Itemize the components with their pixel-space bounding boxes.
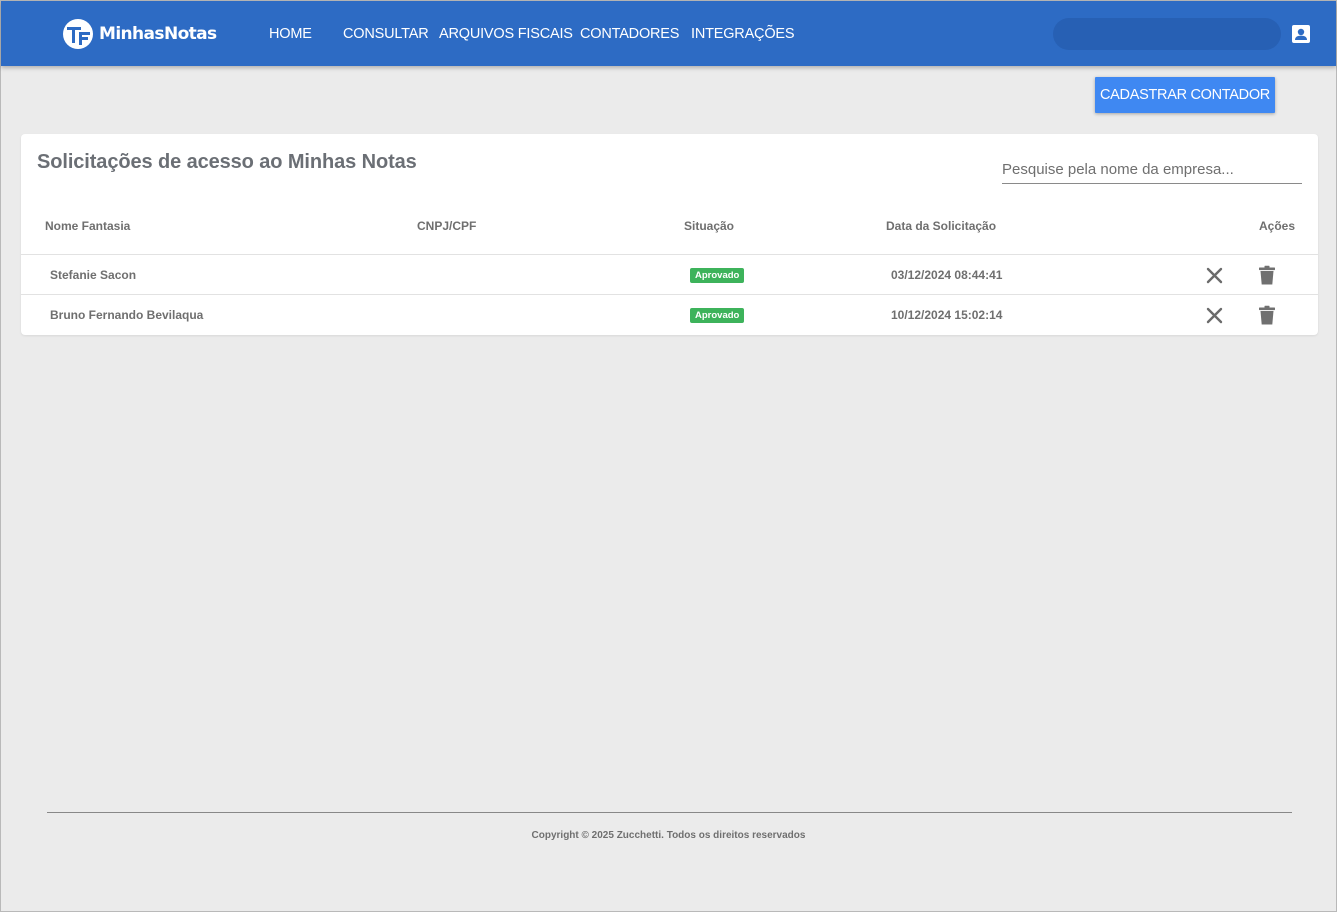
cell-data-solicitacao: 03/12/2024 08:44:41: [891, 268, 1003, 282]
column-header-data-solicitacao: Data da Solicitação: [886, 219, 997, 233]
brand-logo[interactable]: MinhasNotas: [63, 18, 217, 50]
nav-home[interactable]: HOME: [269, 26, 312, 42]
reject-icon[interactable]: [1206, 267, 1223, 284]
app-window: MinhasNotas HOME CONSULTAR ARQUIVOS FISC…: [0, 0, 1337, 912]
status-badge: Aprovado: [690, 268, 745, 283]
table-row: Stefanie Sacon Aprovado 03/12/2024 08:44…: [21, 254, 1318, 294]
cell-nome-fantasia: Bruno Fernando Bevilaqua: [50, 308, 204, 322]
reject-icon[interactable]: [1206, 307, 1223, 324]
register-accountant-button[interactable]: CADASTRAR CONTADOR: [1095, 77, 1275, 113]
access-requests-card: Solicitações de acesso ao Minhas Notas N…: [21, 134, 1318, 335]
footer-divider: [47, 812, 1292, 813]
account-box-icon[interactable]: [1291, 24, 1311, 44]
company-selector[interactable]: [1053, 18, 1281, 50]
column-header-cnpj-cpf: CNPJ/CPF: [417, 219, 477, 233]
brand-name: MinhasNotas: [99, 24, 217, 44]
nav-consultar[interactable]: CONSULTAR: [343, 26, 429, 42]
company-search-input[interactable]: [1002, 156, 1302, 184]
nav-integracoes[interactable]: INTEGRAÇÕES: [691, 26, 795, 42]
card-title: Solicitações de acesso ao Minhas Notas: [37, 151, 417, 173]
logo-icon: [63, 19, 93, 49]
nav-arquivos-fiscais[interactable]: ARQUIVOS FISCAIS: [439, 26, 573, 42]
cell-data-solicitacao: 10/12/2024 15:02:14: [891, 308, 1003, 322]
column-header-nome-fantasia: Nome Fantasia: [45, 219, 131, 233]
delete-icon[interactable]: [1258, 305, 1276, 325]
table-row: Bruno Fernando Bevilaqua Aprovado 10/12/…: [21, 294, 1318, 334]
delete-icon[interactable]: [1258, 265, 1276, 285]
nav-contadores[interactable]: CONTADORES: [580, 26, 679, 42]
status-badge: Aprovado: [690, 308, 745, 323]
top-navbar: MinhasNotas HOME CONSULTAR ARQUIVOS FISC…: [1, 1, 1336, 66]
column-header-situacao: Situação: [684, 219, 735, 233]
cell-nome-fantasia: Stefanie Sacon: [50, 268, 137, 282]
copyright-text: Copyright © 2025 Zucchetti. Todos os dir…: [531, 830, 806, 841]
column-header-acoes: Ações: [1259, 219, 1296, 233]
